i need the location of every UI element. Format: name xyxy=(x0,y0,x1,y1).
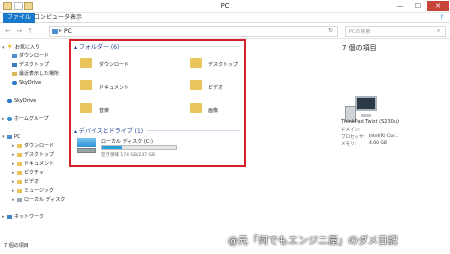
drive-icon xyxy=(17,197,22,202)
computer-icon xyxy=(52,29,58,34)
sidebar-label: ダウンロード xyxy=(24,143,55,149)
download-icon xyxy=(12,53,17,58)
sidebar-label: ビデオ xyxy=(24,179,40,185)
sidebar-item-pc-downloads[interactable]: ▸ ダウンロード xyxy=(12,142,54,150)
details-memory-label: メモリ: xyxy=(341,142,357,147)
sidebar-item-pc-pictures[interactable]: ▸ ピクチャ xyxy=(12,169,44,177)
sidebar-label: 最近表示した場所 xyxy=(19,71,60,77)
folder-icon xyxy=(17,152,22,157)
sidebar-item-pc-documents[interactable]: ▸ ドキュメント xyxy=(12,160,54,168)
details-memory-value: 4.00 GB xyxy=(369,141,388,146)
cloud-icon xyxy=(7,98,12,103)
highlight-frame xyxy=(69,39,246,167)
sidebar-label: SkyDrive xyxy=(19,80,42,86)
address-row: ← → ↑ ▸ PC ↻ PCの検索 ⌕ xyxy=(0,23,450,39)
sidebar-item-favorites[interactable]: ▾ ★ お気に入り xyxy=(2,43,40,51)
stand-icon xyxy=(361,114,371,117)
sidebar-item-pc-videos[interactable]: ▸ ビデオ xyxy=(12,178,39,186)
folder-icon xyxy=(17,170,22,175)
sidebar-label: PC xyxy=(14,134,21,140)
sidebar-label: ダウンロード xyxy=(19,53,50,59)
homegroup-icon xyxy=(7,116,12,121)
details-title: 7 個の項目 xyxy=(342,44,377,52)
sidebar-label: ピクチャ xyxy=(24,170,44,176)
refresh-icon[interactable]: ↻ xyxy=(328,27,333,34)
sidebar-item-recent[interactable]: 最近表示した場所 xyxy=(12,70,59,78)
recent-places-icon xyxy=(12,71,17,76)
sidebar-item-homegroup[interactable]: ▸ ホームグループ xyxy=(2,115,49,123)
sidebar-item-network[interactable]: ▸ ネットワーク xyxy=(2,213,44,221)
search-input[interactable]: PCの検索 ⌕ xyxy=(345,26,446,37)
details-domain-label: ドメイン: xyxy=(341,128,361,133)
network-icon xyxy=(7,214,12,219)
maximize-button[interactable]: ☐ xyxy=(409,1,427,11)
address-bar[interactable]: ▸ PC ↻ xyxy=(49,26,338,37)
sidebar-item-downloads[interactable]: ダウンロード xyxy=(12,52,49,60)
help-icon[interactable]: ? xyxy=(436,13,447,23)
navigation-pane: ▾ ★ お気に入り ダウンロード デスクトップ 最近表示した場所 SkyDrive … xyxy=(0,40,76,254)
sidebar-label: ドキュメント xyxy=(24,161,55,167)
cloud-icon xyxy=(12,80,17,85)
sidebar-item-pc-desktop[interactable]: ▸ デスクトップ xyxy=(12,151,54,159)
computer-name: ThinkPad Twist (S230u) xyxy=(341,119,399,125)
star-icon: ★ xyxy=(7,43,13,50)
ribbon-tabs: ファイル コンピューター 表示 ? xyxy=(0,13,450,23)
up-icon[interactable]: ↑ xyxy=(25,26,35,36)
tab-view[interactable]: 表示 xyxy=(66,13,86,23)
back-icon[interactable]: ← xyxy=(3,26,13,36)
sidebar-item-pc-music[interactable]: ▸ ミュージック xyxy=(12,187,54,195)
close-button[interactable]: ✕ xyxy=(427,1,449,11)
sidebar-item-pc[interactable]: ▾ PC xyxy=(2,133,21,141)
search-icon[interactable]: ⌕ xyxy=(437,27,440,35)
computer-icon xyxy=(7,134,12,139)
folder-icon xyxy=(17,143,22,148)
sidebar-label: デスクトップ xyxy=(19,62,50,68)
sidebar-label: ホームグループ xyxy=(14,116,49,122)
sidebar-item-desktop[interactable]: デスクトップ xyxy=(12,61,49,69)
desktop-icon xyxy=(12,62,17,67)
minimize-button[interactable]: — xyxy=(391,1,409,11)
folder-icon xyxy=(17,188,22,193)
address-path: PC xyxy=(64,28,72,35)
watermark-text: @元「何でもエンジニ屋」のダメ日記 xyxy=(228,236,398,247)
sidebar-label: デスクトップ xyxy=(24,152,55,158)
monitor-icon xyxy=(355,96,377,111)
details-processor-value: Intel(R) Cor... xyxy=(369,134,399,139)
forward-icon[interactable]: → xyxy=(14,26,24,36)
title-bar: PC — ☐ ✕ xyxy=(0,0,450,13)
search-placeholder: PCの検索 xyxy=(349,29,371,35)
sidebar-item-skydrive-fav[interactable]: SkyDrive xyxy=(12,79,41,87)
item-count: 7 個の項目 xyxy=(4,243,29,249)
sidebar-item-skydrive[interactable]: SkyDrive xyxy=(7,97,36,105)
sidebar-label: ネットワーク xyxy=(14,214,45,220)
sidebar-label: ミュージック xyxy=(24,188,54,194)
folder-icon xyxy=(17,179,22,184)
details-pane: 7 個の項目 ThinkPad Twist (S230u) ドメイン: プロセッ… xyxy=(337,40,450,254)
window-title: PC xyxy=(220,2,230,10)
folder-icon xyxy=(17,161,22,166)
breadcrumb-separator: ▸ xyxy=(59,27,63,34)
sidebar-label: お気に入り xyxy=(15,44,41,51)
details-processor-label: プロセッサ: xyxy=(341,135,366,140)
sidebar-label: SkyDrive xyxy=(14,98,37,104)
